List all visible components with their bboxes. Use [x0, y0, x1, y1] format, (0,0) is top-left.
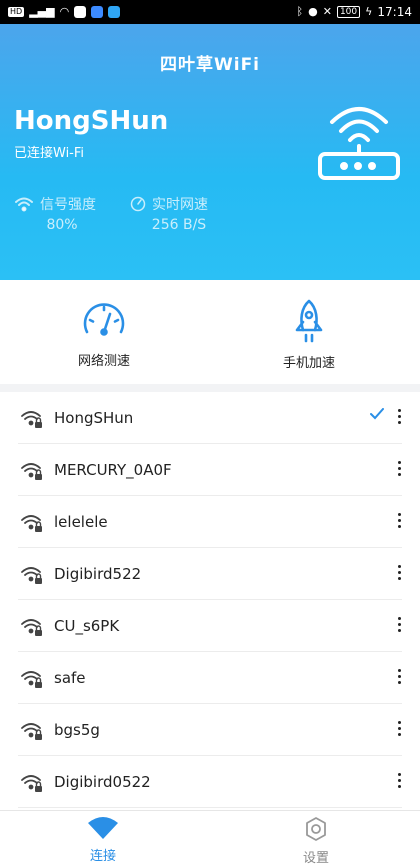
speed-test-button[interactable]: 网络测速 — [44, 298, 164, 369]
status-bar-left: HD ▂▄▆ ◠ — [8, 5, 121, 18]
network-row[interactable]: Digibird0522 — [18, 756, 402, 808]
network-speed-label: 实时网速 — [152, 197, 208, 213]
speed-test-label: 网络测速 — [77, 354, 130, 369]
network-name: lelelele — [54, 512, 108, 531]
speedometer-icon — [83, 303, 125, 336]
network-name: Digibird0522 — [54, 772, 151, 791]
location-icon: ● — [308, 5, 318, 18]
mute-icon: ✕ — [322, 5, 332, 18]
more-options-icon[interactable] — [394, 770, 404, 794]
network-row[interactable]: safe — [18, 652, 402, 704]
network-row[interactable]: MERCURY_0A0F — [18, 444, 402, 496]
rocket-icon — [295, 299, 323, 343]
network-name: safe — [54, 668, 86, 687]
network-row[interactable]: HongSHun — [18, 392, 402, 444]
message-app-icon — [74, 6, 87, 18]
locked-wifi-icon — [21, 566, 42, 584]
network-speed-value: 256 B/S — [151, 217, 207, 233]
network-row[interactable]: Digibird522 — [18, 548, 402, 600]
locked-wifi-icon — [21, 462, 42, 480]
network-name: MERCURY_0A0F — [54, 460, 172, 479]
wifi-header: 四叶草WiFi HongSHun 已连接Wi-Fi 信号强度 80% 实时网速 … — [0, 24, 420, 280]
checkmark-icon — [370, 408, 384, 420]
bottom-tab-bar: 连接 设置 — [0, 810, 420, 868]
tab-connect[interactable]: 连接 — [63, 817, 143, 864]
signal-strength-value: 80% — [46, 217, 78, 233]
more-options-icon[interactable] — [394, 562, 404, 586]
locked-wifi-icon — [21, 722, 42, 740]
network-name: Digibird522 — [54, 564, 142, 583]
status-bar-right: ᛒ ● ✕ 100 ϟ 17:14 — [297, 5, 412, 19]
network-name: bgs5g — [54, 720, 100, 739]
tab-settings-label: 设置 — [302, 851, 329, 866]
network-row[interactable]: CU_s6PK — [18, 600, 402, 652]
battery-icon: 100 — [336, 6, 361, 18]
network-name: CU_s6PK — [54, 616, 120, 635]
more-options-icon[interactable] — [394, 458, 404, 482]
current-ssid: HongSHun — [14, 106, 169, 136]
tab-settings[interactable]: 设置 — [276, 817, 356, 866]
locked-wifi-icon — [21, 618, 42, 636]
wifi-icon — [15, 197, 33, 212]
network-row[interactable]: bgs5g — [18, 704, 402, 756]
signal-strength-label: 信号强度 — [40, 197, 96, 213]
gear-icon — [306, 817, 326, 841]
app-notify-icon-2 — [108, 6, 121, 18]
router-icon — [318, 107, 400, 180]
more-options-icon[interactable] — [394, 510, 404, 534]
status-time: 17:14 — [377, 5, 412, 19]
signal-strength-stat: 信号强度 80% — [14, 194, 110, 233]
network-speed-stat: 实时网速 256 B/S — [130, 194, 228, 233]
signal-icon: ▂▄▆ — [29, 5, 55, 18]
network-row[interactable]: lelelele — [18, 496, 402, 548]
phone-boost-button[interactable]: 手机加速 — [249, 298, 369, 371]
connection-status: 已连接Wi-Fi — [14, 146, 85, 161]
network-list: HongSHun MERCURY_0A0F lelelele Digibird5… — [0, 392, 420, 810]
locked-wifi-icon — [21, 514, 42, 532]
hd-badge: HD — [8, 7, 25, 17]
bluetooth-icon: ᛒ — [296, 5, 304, 18]
wifi-icon — [88, 817, 118, 839]
status-bar: HD ▂▄▆ ◠ ᛒ ● ✕ 100 ϟ 17:14 — [0, 0, 420, 24]
locked-wifi-icon — [21, 670, 42, 688]
more-options-icon[interactable] — [394, 666, 404, 690]
app-notify-icon — [91, 6, 104, 18]
network-name: HongSHun — [54, 408, 134, 427]
wifi-status-icon: ◠ — [59, 5, 70, 18]
more-options-icon[interactable] — [394, 406, 404, 430]
phone-boost-label: 手机加速 — [282, 356, 335, 371]
locked-wifi-icon — [21, 410, 42, 428]
app-title: 四叶草WiFi — [159, 55, 261, 75]
more-options-icon[interactable] — [394, 718, 404, 742]
locked-wifi-icon — [21, 774, 42, 792]
charging-icon: ϟ — [365, 5, 373, 18]
speed-gauge-icon — [130, 196, 146, 212]
tools-panel: 网络测速 手机加速 — [0, 280, 420, 384]
tab-connect-label: 连接 — [89, 849, 116, 864]
more-options-icon[interactable] — [394, 614, 404, 638]
